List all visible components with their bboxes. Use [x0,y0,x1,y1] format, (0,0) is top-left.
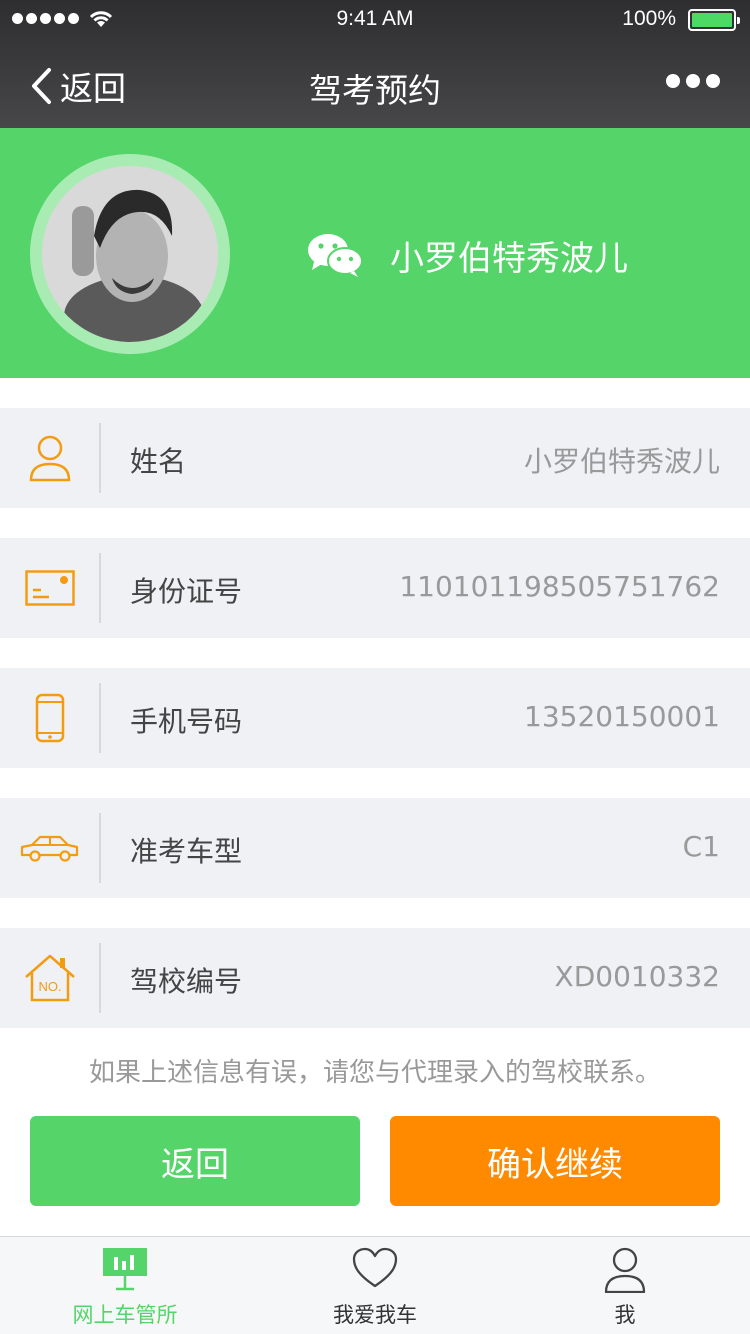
nav-back-button[interactable]: 返回 [30,62,126,110]
car-icon [20,818,80,878]
tab-label: 我 [614,1303,636,1327]
tab-my-car[interactable]: 我爱我车 [250,1237,500,1334]
phone-icon [20,688,80,748]
row-divider [99,813,101,883]
row-phone: 手机号码 13520150001 [0,668,750,768]
tab-online-dmv[interactable]: 网上车管所 [0,1237,250,1334]
top-bar: 9:41 AM 100% 返回 驾考预约 [0,0,750,128]
confirm-continue-button[interactable]: 确认继续 [390,1116,720,1206]
notice-text: 如果上述信息有误，请您与代理录入的驾校联系。 [88,1058,661,1088]
tab-me[interactable]: 我 [500,1237,750,1334]
tab-label: 我爱我车 [333,1303,417,1327]
battery-percent: 100% [622,7,676,30]
row-car-type: 准考车型 C1 [0,798,750,898]
row-label: 手机号码 [130,705,243,738]
row-label: 准考车型 [130,835,243,868]
chevron-left-icon [32,68,51,104]
more-options-button[interactable] [666,74,720,88]
row-value: XD0010332 [554,960,720,993]
row-value: 110101198505751762 [399,570,720,603]
status-bar: 9:41 AM 100% [0,0,750,40]
dmv-icon [103,1248,147,1291]
battery-icon [688,9,740,31]
row-value: 小罗伯特秀波儿 [523,445,720,478]
row-value: C1 [682,830,720,863]
user-icon [20,428,80,488]
row-school-number: NO. 驾校编号 XD0010332 [0,928,750,1028]
row-id-number: 身份证号 110101198505751762 [0,538,750,638]
id-card-icon [20,558,80,618]
tab-label: 网上车管所 [72,1303,178,1327]
wechat-icon [308,234,363,277]
row-value: 13520150001 [524,700,720,733]
row-label: 驾校编号 [130,965,243,998]
row-divider [99,553,101,623]
svg-text:NO.: NO. [38,979,61,994]
back-button[interactable]: 返回 [30,1116,360,1206]
avatar-ring [30,154,230,354]
person-icon [604,1247,646,1293]
school-house-icon: NO. [20,948,80,1008]
nav-back-label: 返回 [60,69,126,108]
row-divider [99,683,101,753]
heart-icon [352,1247,398,1288]
row-label: 身份证号 [130,575,243,608]
row-name: 姓名 小罗伯特秀波儿 [0,408,750,508]
profile-nickname: 小罗伯特秀波儿 [390,239,628,279]
tab-bar: 网上车管所 我爱我车 我 [0,1236,750,1334]
row-divider [99,943,101,1013]
row-divider [99,423,101,493]
row-label: 姓名 [130,445,187,478]
profile-banner: 小罗伯特秀波儿 [0,128,750,378]
avatar [42,166,218,342]
